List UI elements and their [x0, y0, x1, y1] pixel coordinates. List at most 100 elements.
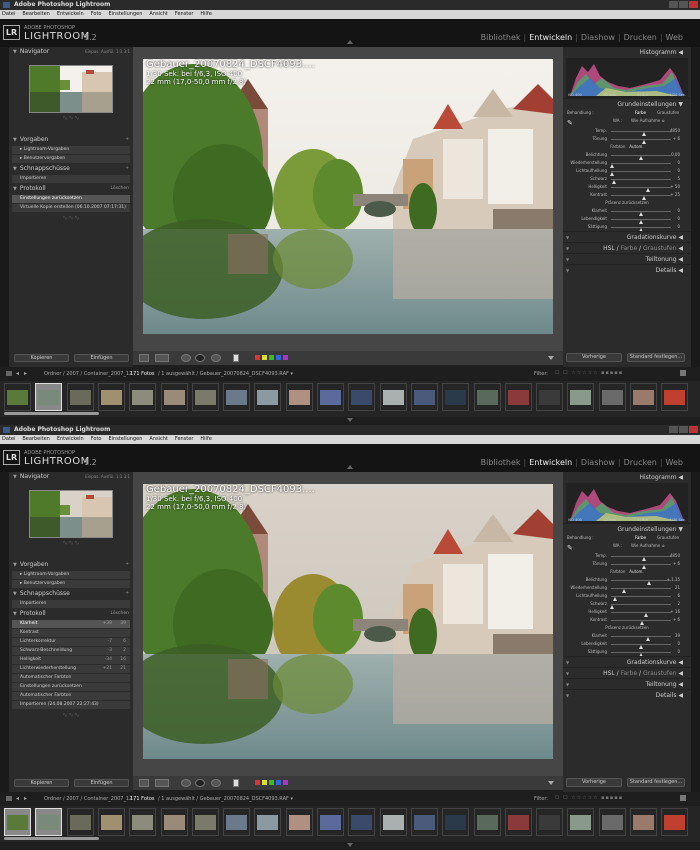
belichtung-value[interactable]: + 1,35	[666, 576, 680, 584]
filmstrip-thumbnail[interactable]	[567, 808, 595, 836]
wb-eyedropper-icon[interactable]: ✎	[567, 544, 573, 552]
klarheit-slider[interactable]	[611, 636, 671, 641]
klarheit-value[interactable]: 0	[677, 207, 680, 215]
set-default-button[interactable]: Standard festlegen...	[627, 778, 685, 787]
maximize-button[interactable]	[679, 426, 688, 433]
color-label-red-icon[interactable]	[255, 780, 260, 785]
menu-ansicht[interactable]: Ansicht	[149, 10, 167, 19]
navigator-header[interactable]: ▼ Navigator Einpas. Ausfül. 1:1 3:1	[9, 472, 133, 482]
saettigung-value[interactable]: 0	[677, 223, 680, 231]
history-item[interactable]: Importieren (24.08.2007 22:27:43)	[12, 701, 130, 709]
schwarz-value[interactable]: 5	[677, 175, 680, 183]
menu-hilfe[interactable]: Hilfe	[200, 10, 211, 19]
filmstrip-thumbnail[interactable]	[504, 808, 532, 836]
filmstrip-thumbnail[interactable]	[536, 383, 564, 411]
color-label-yellow-icon[interactable]	[262, 780, 267, 785]
auto-tone-button[interactable]: Autom.	[629, 144, 643, 149]
filmstrip-thumbnail[interactable]	[410, 808, 438, 836]
protokoll-header[interactable]: ▼ Protokoll Löschen	[9, 184, 133, 194]
module-entwickeln[interactable]: Entwickeln	[526, 33, 575, 42]
filmstrip-thumbnail[interactable]	[223, 808, 251, 836]
vorgaben-header[interactable]: ▼ Vorgaben +	[9, 560, 133, 570]
hsl-header[interactable]: ▼ HSL / Farbe / Graustufen ◀	[563, 667, 691, 678]
filmstrip-thumbnail[interactable]	[661, 808, 689, 836]
nav-back-icon[interactable]: ◂	[16, 795, 19, 802]
menu-einstellungen[interactable]: Einstellungen	[108, 10, 142, 19]
module-bibliothek[interactable]: Bibliothek	[478, 458, 524, 467]
helligkeit-slider[interactable]	[611, 187, 671, 192]
filmstrip-thumbnail[interactable]	[66, 383, 94, 411]
filmstrip-thumbnail[interactable]	[317, 808, 344, 836]
minimize-button[interactable]	[669, 426, 678, 433]
color-label-blue-icon[interactable]	[276, 780, 281, 785]
filmstrip-path[interactable]: Ordner / 2007 / Container_2007_12 /	[44, 796, 136, 802]
nav-forward-icon[interactable]: ▸	[24, 370, 27, 377]
left-panel-toggle[interactable]	[0, 47, 9, 367]
protokoll-header[interactable]: ▼ Protokoll Löschen	[9, 609, 133, 619]
kontrast-slider[interactable]	[611, 620, 671, 625]
set-default-button[interactable]: Standard festlegen...	[627, 353, 685, 362]
menu-datei[interactable]: Datei	[2, 10, 15, 19]
add-preset-icon[interactable]: +	[125, 135, 129, 145]
paste-settings-button[interactable]: Einfügen	[74, 354, 129, 362]
color-label-purple-icon[interactable]	[283, 780, 288, 785]
lebendigkeit-value[interactable]: 0	[677, 640, 680, 648]
schnappschuesse-header[interactable]: ▼ Schnappschüsse +	[9, 164, 133, 174]
crop-overlay-icon[interactable]	[181, 779, 191, 787]
schwarz-slider[interactable]	[611, 179, 671, 184]
filter-stars-icon[interactable]: ☐ ☐ ☆☆☆☆☆ ▪▪▪▪▪	[555, 370, 623, 376]
snapshot-item[interactable]: Importieren	[12, 175, 130, 183]
previous-settings-button[interactable]: Vorherige	[566, 353, 622, 362]
module-entwickeln[interactable]: Entwickeln	[526, 458, 575, 467]
collapse-bottom-arrow-icon[interactable]	[347, 843, 353, 847]
presence-reset[interactable]: Präsenz zurücksetzen	[563, 199, 691, 207]
toenung-slider[interactable]	[611, 564, 671, 569]
histogram-header[interactable]: Histogramm ◀	[563, 47, 691, 58]
previous-settings-button[interactable]: Vorherige	[566, 778, 622, 787]
filmstrip-thumbnail[interactable]	[442, 808, 470, 836]
klarheit-slider[interactable]	[611, 211, 671, 216]
preset-folder-benutzer[interactable]: ▸ Benutzervorgaben	[12, 580, 130, 588]
teiltonung-header[interactable]: ▼ Teiltonung ◀	[563, 678, 691, 689]
lichtaufhellung-value[interactable]: 0	[677, 167, 680, 175]
belichtung-value[interactable]: 0,00	[671, 151, 680, 159]
schwarz-value[interactable]: 2	[677, 600, 680, 608]
filmstrip-scrollbar[interactable]	[4, 837, 99, 840]
add-snapshot-icon[interactable]: +	[125, 164, 129, 174]
filmstrip-thumbnail[interactable]	[35, 808, 63, 836]
collapse-top-arrow-icon[interactable]	[347, 465, 353, 469]
gradationskurve-header[interactable]: ▼ Gradationskurve ◀	[563, 231, 691, 242]
color-label-blue-icon[interactable]	[276, 355, 281, 360]
copy-settings-button[interactable]: Kopieren	[14, 354, 69, 362]
compare-view-icon[interactable]	[155, 354, 169, 362]
treatment-color-button[interactable]: Farbe	[635, 109, 646, 117]
filmstrip-thumbnail[interactable]	[223, 383, 251, 411]
minimize-button[interactable]	[669, 1, 678, 8]
filmstrip-thumbnail[interactable]	[129, 808, 157, 836]
history-item[interactable]: Einstellungen zurücksetzen	[12, 195, 130, 203]
toenung-slider-knob[interactable]	[642, 565, 646, 569]
temp-slider[interactable]	[611, 131, 671, 136]
module-drucken[interactable]: Drucken	[621, 33, 660, 42]
copy-settings-button[interactable]: Kopieren	[14, 779, 69, 787]
filmstrip-thumbnail[interactable]	[254, 808, 282, 836]
history-item[interactable]: Automatischer Farbton	[12, 674, 130, 682]
color-label-green-icon[interactable]	[269, 355, 274, 360]
menu-entwickeln[interactable]: Entwickeln	[57, 435, 84, 444]
paste-settings-button[interactable]: Einfügen	[74, 779, 129, 787]
lichtaufhellung-slider[interactable]	[610, 171, 671, 176]
schnappschuesse-header[interactable]: ▼ Schnappschüsse +	[9, 589, 133, 599]
filmstrip-thumbnail[interactable]	[160, 383, 188, 411]
wiederherstellung-value[interactable]: 0	[677, 159, 680, 167]
lichtaufhellung-value[interactable]: 6	[677, 592, 680, 600]
kontrast-slider-knob[interactable]	[640, 621, 645, 625]
filmstrip-thumbnail[interactable]	[285, 383, 313, 411]
treatment-grayscale-button[interactable]: Graustufen	[657, 109, 679, 117]
navigator-header[interactable]: ▼ Navigator Einpas. Ausfül. 1:1 3:1	[9, 47, 133, 57]
vorgaben-header[interactable]: ▼ Vorgaben +	[9, 135, 133, 145]
menu-ansicht[interactable]: Ansicht	[149, 435, 167, 444]
filmstrip-thumbnail[interactable]	[567, 383, 595, 411]
presence-reset[interactable]: Präsenz zurücksetzen	[563, 624, 691, 632]
history-item[interactable]: Helligkeit -34 16	[12, 656, 130, 664]
menu-foto[interactable]: Foto	[91, 435, 102, 444]
